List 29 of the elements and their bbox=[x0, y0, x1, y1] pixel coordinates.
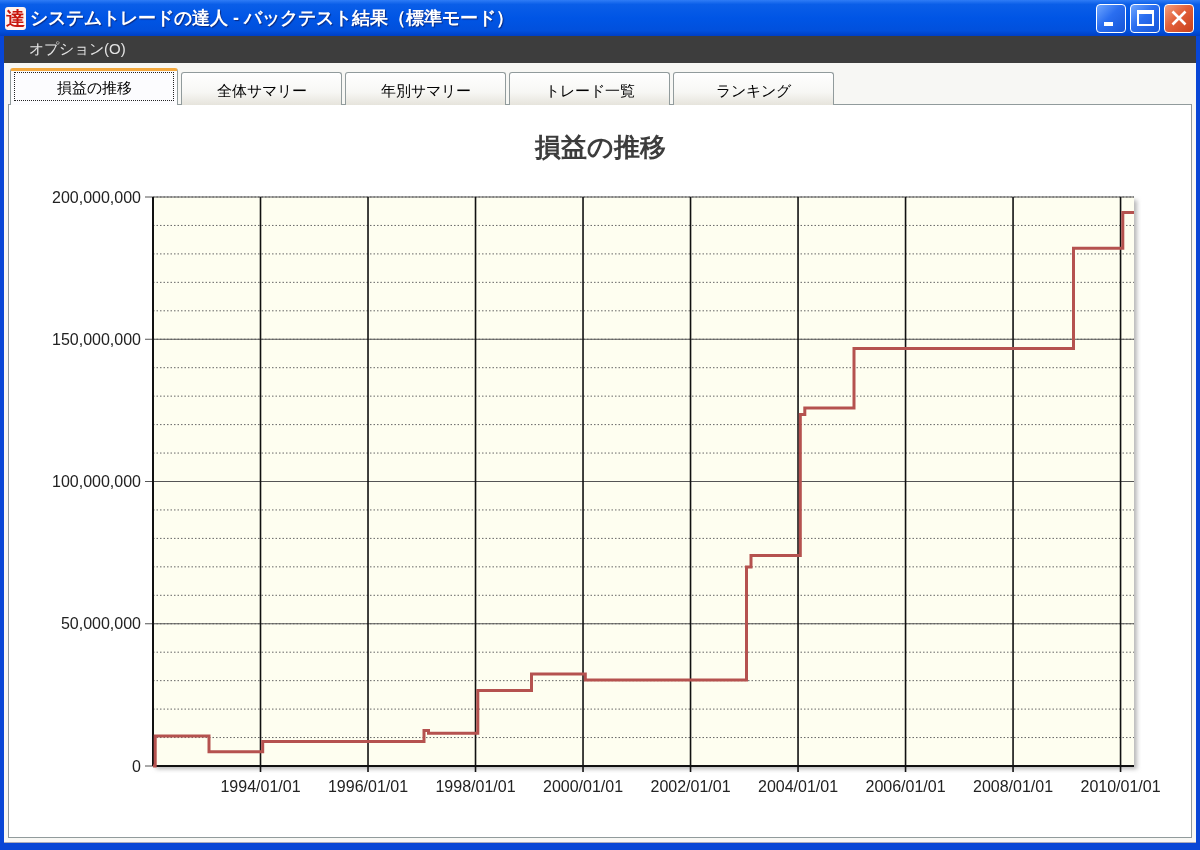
maximize-icon bbox=[1136, 10, 1154, 26]
y-axis-label: 50,000,000 bbox=[60, 615, 141, 633]
close-button[interactable] bbox=[1164, 3, 1194, 33]
x-axis-label: 1994/01/01 bbox=[220, 778, 301, 795]
app-logo: 達 bbox=[5, 6, 26, 30]
x-axis-label: 2002/01/01 bbox=[650, 778, 731, 795]
x-axis-label: 2010/01/01 bbox=[1080, 778, 1161, 795]
x-axis-label: 2004/01/01 bbox=[758, 778, 839, 795]
x-axis-label: 1998/01/01 bbox=[435, 778, 516, 795]
y-axis-label: 0 bbox=[132, 757, 141, 775]
chart-title: 損益の推移 bbox=[534, 132, 666, 162]
tab[interactable]: トレード一覧 bbox=[509, 72, 670, 105]
y-axis-label: 200,000,000 bbox=[52, 188, 141, 206]
x-axis-label: 1996/01/01 bbox=[327, 778, 409, 795]
minimize-icon bbox=[1104, 21, 1113, 26]
tab[interactable]: 損益の推移 bbox=[10, 68, 178, 105]
minimize-button[interactable] bbox=[1096, 3, 1126, 33]
tab[interactable]: ランキング bbox=[673, 72, 834, 105]
x-axis-label: 2006/01/01 bbox=[865, 778, 946, 795]
menu-item[interactable]: オプション(O) bbox=[22, 38, 133, 61]
close-icon bbox=[1171, 10, 1187, 26]
y-axis-label: 100,000,000 bbox=[52, 473, 141, 490]
window-title: システムトレードの達人 - バックテスト結果（標準モード） bbox=[30, 7, 514, 30]
y-axis-label: 150,000,000 bbox=[52, 330, 141, 348]
maximize-button[interactable] bbox=[1130, 3, 1160, 33]
x-axis-label: 2000/01/01 bbox=[543, 778, 624, 795]
tab[interactable]: 全体サマリー bbox=[181, 72, 342, 105]
x-axis-label: 2008/01/01 bbox=[973, 778, 1054, 795]
tab[interactable]: 年別サマリー bbox=[345, 72, 506, 105]
